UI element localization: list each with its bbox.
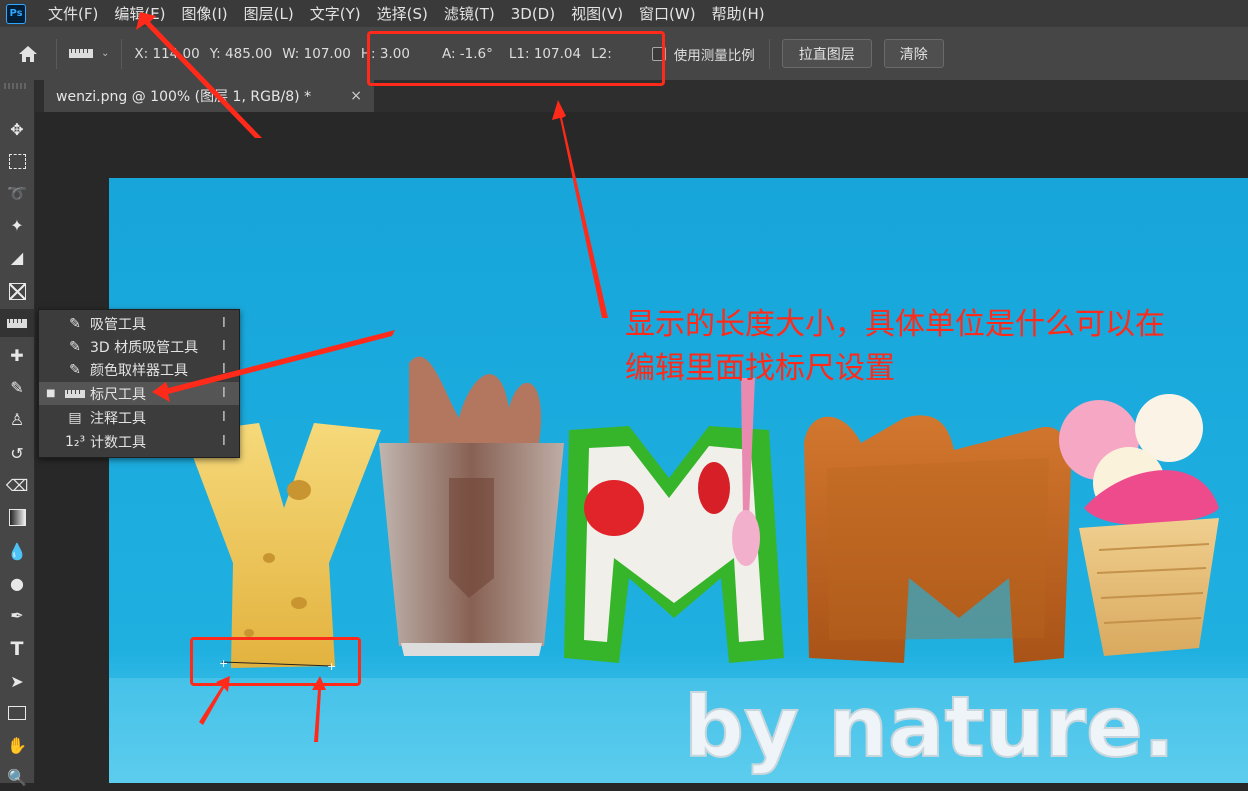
- menu-3d[interactable]: 3D(D): [503, 5, 563, 23]
- healing-brush-tool-icon[interactable]: ✚: [0, 341, 34, 369]
- photoshop-logo-icon: Ps: [6, 3, 26, 24]
- shortcut-key: I: [222, 410, 226, 425]
- shortcut-key: I: [222, 339, 226, 354]
- note-icon: ▤: [68, 409, 82, 426]
- flyout-item-label: 3D 材质吸管工具: [90, 339, 199, 356]
- flyout-item-color-sampler[interactable]: ✎ 颜色取样器工具 I: [39, 358, 239, 381]
- panel-grip[interactable]: [4, 83, 28, 89]
- tools-panel: ✥ ➰ ✦ ◢ ✚ ✎ ♙ ↺ ⌫ 💧 ● ✒ T ➤ ✋ 🔍: [0, 80, 35, 787]
- document-title: wenzi.png @ 100% (图层 1, RGB/8) *: [56, 89, 312, 105]
- shortcut-key: I: [222, 316, 226, 331]
- shortcut-key: I: [222, 434, 226, 449]
- brush-tool-icon[interactable]: ✎: [0, 373, 34, 401]
- measure-x: X: 114.00: [134, 45, 200, 62]
- marquee-tool-icon[interactable]: [0, 147, 34, 175]
- slogan-text: by nature.: [684, 678, 1175, 776]
- measure-y: Y: 485.00: [209, 45, 273, 62]
- menu-layer[interactable]: 图层(L): [236, 3, 302, 24]
- flyout-item-eyedropper[interactable]: ✎ 吸管工具 I: [39, 312, 239, 335]
- eyedropper-tool-flyout: ✎ 吸管工具 I ✎ 3D 材质吸管工具 I ✎ 颜色取样器工具 I ■ 标尺工…: [38, 309, 240, 458]
- home-icon: [19, 45, 37, 62]
- type-tool-icon[interactable]: T: [0, 635, 34, 663]
- eraser-tool-icon[interactable]: ⌫: [0, 471, 34, 499]
- count-icon: 1₂³: [65, 433, 86, 450]
- path-selection-tool-icon[interactable]: ➤: [0, 667, 34, 695]
- flyout-item-label: 颜色取样器工具: [90, 362, 188, 379]
- ruler-icon: [69, 49, 93, 58]
- flyout-item-label: 吸管工具: [90, 316, 146, 333]
- magic-wand-tool-icon[interactable]: ✦: [0, 211, 34, 239]
- hand-tool-icon[interactable]: ✋: [0, 731, 34, 759]
- move-tool-icon[interactable]: ✥: [0, 115, 34, 143]
- lasso-tool-icon[interactable]: ➰: [0, 179, 34, 207]
- highlight-ruler-line-box: [190, 637, 361, 686]
- home-button[interactable]: [0, 27, 56, 80]
- separator: [768, 38, 770, 69]
- menu-view[interactable]: 视图(V): [563, 3, 631, 24]
- flyout-item-3d-material-eyedropper[interactable]: ✎ 3D 材质吸管工具 I: [39, 335, 239, 358]
- blur-tool-icon[interactable]: 💧: [0, 537, 34, 565]
- menu-filter[interactable]: 滤镜(T): [436, 3, 503, 24]
- zoom-tool-icon[interactable]: 🔍: [0, 763, 34, 791]
- use-scale-label: 使用测量比例: [673, 47, 755, 64]
- pen-tool-icon[interactable]: ✒: [0, 601, 34, 629]
- menu-type[interactable]: 文字(Y): [302, 3, 369, 24]
- canvas-image[interactable]: by nature. + +: [109, 178, 1248, 783]
- shortcut-key: I: [222, 362, 226, 377]
- gradient-tool-icon[interactable]: [0, 503, 34, 531]
- close-tab-icon[interactable]: ×: [350, 88, 362, 104]
- eyedropper-icon: ✎: [69, 315, 81, 332]
- crop-tool-icon[interactable]: ◢: [0, 243, 34, 271]
- ruler-icon: [65, 386, 85, 402]
- straighten-layer-button[interactable]: 拉直图层: [781, 39, 872, 68]
- dodge-tool-icon[interactable]: ●: [0, 569, 34, 597]
- 3d-material-eyedropper-icon: ✎: [69, 338, 81, 355]
- flyout-item-label: 计数工具: [90, 434, 146, 451]
- chevron-down-icon: ⌄: [101, 48, 110, 59]
- clear-button[interactable]: 清除: [883, 39, 944, 68]
- shortcut-key: I: [222, 386, 226, 401]
- annotation-line-1: 显示的长度大小，具体单位是什么可以在: [625, 307, 1165, 342]
- flyout-item-note[interactable]: ▤ 注释工具 I: [39, 406, 239, 429]
- flyout-item-ruler[interactable]: ■ 标尺工具 I: [39, 382, 239, 405]
- history-brush-tool-icon[interactable]: ↺: [0, 439, 34, 467]
- menu-image[interactable]: 图像(I): [174, 3, 236, 24]
- menu-select[interactable]: 选择(S): [369, 3, 436, 24]
- clone-stamp-tool-icon[interactable]: ♙: [0, 405, 34, 433]
- ruler-tool-icon[interactable]: [0, 309, 34, 337]
- color-sampler-icon: ✎: [69, 361, 81, 378]
- highlight-measurement-box: [367, 31, 665, 86]
- menu-bar: Ps 文件(F) 编辑(E) 图像(I) 图层(L) 文字(Y) 选择(S) 滤…: [0, 0, 1248, 27]
- menu-help[interactable]: 帮助(H): [704, 3, 773, 24]
- menu-edit[interactable]: 编辑(E): [106, 3, 173, 24]
- yummy-artwork: by nature. + +: [109, 178, 1248, 783]
- selected-bullet-icon: ■: [46, 388, 56, 399]
- menu-file[interactable]: 文件(F): [40, 3, 106, 24]
- menu-window[interactable]: 窗口(W): [631, 3, 704, 24]
- annotation-text: 显示的长度大小，具体单位是什么可以在 编辑里面找标尺设置: [625, 303, 1245, 391]
- use-measurement-scale-option[interactable]: 使用测量比例: [651, 44, 755, 64]
- rectangle-tool-icon[interactable]: [0, 699, 34, 727]
- flyout-item-count[interactable]: 1₂³ 计数工具 I: [39, 430, 239, 453]
- measure-w: W: 107.00: [282, 45, 351, 62]
- flyout-item-label: 标尺工具: [90, 386, 146, 403]
- document-tab[interactable]: wenzi.png @ 100% (图层 1, RGB/8) * ×: [44, 80, 374, 112]
- frame-tool-icon[interactable]: [0, 277, 34, 305]
- flyout-item-label: 注释工具: [90, 410, 146, 427]
- tool-preset-picker[interactable]: ⌄: [57, 48, 121, 59]
- annotation-line-2: 编辑里面找标尺设置: [625, 351, 895, 386]
